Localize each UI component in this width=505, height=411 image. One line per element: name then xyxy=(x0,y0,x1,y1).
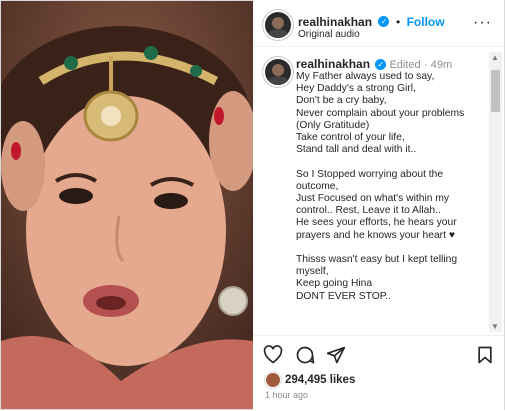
caption-avatar[interactable] xyxy=(263,57,293,87)
post-photo[interactable] xyxy=(1,1,253,409)
caption-time: 49m xyxy=(430,59,453,71)
caption-scrollbar[interactable]: ▲ ▼ xyxy=(489,52,502,332)
caption-section: realhinakhan ✓ Edited · 49m My Father al… xyxy=(253,47,504,335)
scroll-down-icon[interactable]: ▼ xyxy=(491,322,499,331)
post-header: realhinakhan ✓ • Follow Original audio ·… xyxy=(253,0,504,47)
likes-row[interactable]: 294,495 likes xyxy=(265,372,355,388)
separator-dot: • xyxy=(395,15,401,29)
post-time: 1 hour ago xyxy=(265,390,309,400)
save-icon[interactable] xyxy=(475,345,495,365)
edited-label: Edited xyxy=(389,59,421,71)
caption-meta: realhinakhan ✓ Edited · 49m xyxy=(296,57,452,71)
liker-avatar xyxy=(265,372,281,388)
scroll-thumb[interactable] xyxy=(491,70,500,112)
likes-count[interactable]: 294,495 likes xyxy=(285,374,355,386)
heart-icon[interactable] xyxy=(263,345,283,365)
more-icon[interactable]: ··· xyxy=(473,14,492,32)
verified-badge-icon: ✓ xyxy=(375,59,387,71)
post-image xyxy=(1,1,253,409)
verified-badge-icon: ✓ xyxy=(378,16,390,28)
scroll-up-icon[interactable]: ▲ xyxy=(491,53,499,62)
separator-dot: · xyxy=(423,59,428,71)
follow-button[interactable]: Follow xyxy=(407,15,445,29)
caption-username[interactable]: realhinakhan xyxy=(296,57,370,71)
header-username[interactable]: realhinakhan xyxy=(298,15,372,29)
audio-label[interactable]: Original audio xyxy=(298,29,360,40)
post-side-panel: realhinakhan ✓ • Follow Original audio ·… xyxy=(253,0,504,410)
share-icon[interactable] xyxy=(326,345,346,365)
author-avatar[interactable] xyxy=(263,10,293,40)
post-actions: 294,495 likes 1 hour ago xyxy=(253,335,504,411)
comment-icon[interactable] xyxy=(295,345,315,365)
caption-text: My Father always used to say, Hey Daddy'… xyxy=(296,71,465,302)
